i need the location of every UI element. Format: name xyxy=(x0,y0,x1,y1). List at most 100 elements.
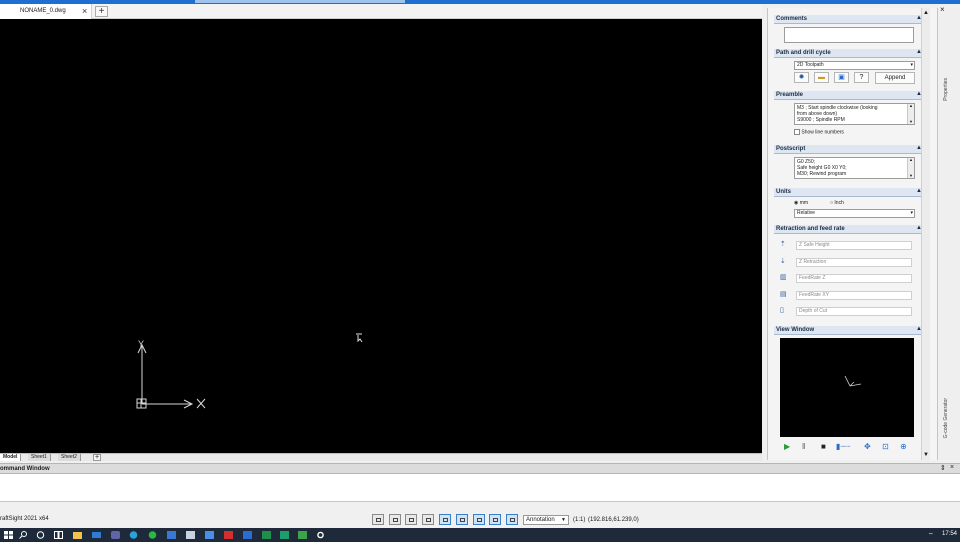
units-header[interactable]: Units ▲ xyxy=(774,188,924,197)
task-view-icon[interactable] xyxy=(54,531,63,539)
pan-icon[interactable]: ✥ xyxy=(864,441,871,453)
feedrate-z-icon: ▥ xyxy=(780,274,787,281)
units-mm-label: mm xyxy=(799,200,809,206)
whatsapp-icon[interactable] xyxy=(148,531,157,539)
cortana-icon[interactable] xyxy=(36,531,45,539)
scroll-up-icon[interactable]: ▲ xyxy=(909,104,913,108)
photos-icon[interactable] xyxy=(205,531,214,539)
app-icon-5[interactable] xyxy=(298,531,307,539)
path-select[interactable]: 2D Toolpath ▾ xyxy=(794,61,915,70)
postscript-textarea[interactable]: G0 Z50; Safe height G0 X0 Y0; M30; Rewin… xyxy=(794,157,915,179)
document-tab-name: NONAME_0.dwg xyxy=(20,8,66,14)
pause-icon[interactable]: ‖ xyxy=(802,441,805,453)
z-safe-height-input[interactable]: Z Safe Height xyxy=(796,241,912,250)
grid-button[interactable] xyxy=(405,514,417,525)
excel-icon[interactable] xyxy=(262,531,271,539)
settings-button[interactable]: ✹ xyxy=(794,72,809,83)
feedrate-xy-input[interactable]: FeedRate XY xyxy=(796,291,912,300)
z-retraction-input[interactable]: Z Retraction xyxy=(796,258,912,267)
close-icon[interactable]: × xyxy=(940,5,945,14)
depth-of-cut-input[interactable]: Depth of Cut xyxy=(796,307,912,316)
show-line-numbers-row[interactable]: Show line numbers xyxy=(794,129,844,135)
path-header[interactable]: Path and drill cycle ▲ xyxy=(774,49,924,58)
scroll-down-icon[interactable]: ▼ xyxy=(923,452,929,458)
app-icon-3[interactable] xyxy=(243,531,252,539)
app-icon-1[interactable] xyxy=(167,531,176,539)
speed-slider[interactable]: ▮┈┈ xyxy=(836,441,850,453)
settings-icon[interactable] xyxy=(316,531,325,539)
panel-scrollbar[interactable]: ▲ ▼ xyxy=(921,8,930,460)
view-window-controls: ▶ ‖ ■ ▮┈┈ ✥ ⊡ ⊕ xyxy=(778,441,918,453)
retraction-header[interactable]: Retraction and feed rate ▲ xyxy=(774,225,924,234)
stop-icon[interactable]: ■ xyxy=(821,441,826,453)
close-tab-icon[interactable]: × xyxy=(82,6,87,16)
mode-select-value: Relative xyxy=(797,210,816,216)
units-title: Units xyxy=(776,189,791,195)
snap-button[interactable] xyxy=(372,514,384,525)
sheet-tab-sheet1[interactable]: Sheet1 xyxy=(28,454,51,461)
save-button[interactable]: ▣ xyxy=(834,72,849,83)
search-icon[interactable] xyxy=(19,531,28,539)
show-line-numbers-checkbox[interactable] xyxy=(794,129,800,135)
postscript-scrollbar[interactable]: ▲ ▼ xyxy=(907,158,914,178)
units-mm-option[interactable]: ◉ mm xyxy=(794,200,808,206)
preamble-textarea[interactable]: M3 ; Start spindle clockwise (looking fr… xyxy=(794,103,915,125)
scroll-down-icon[interactable]: ▼ xyxy=(909,174,913,178)
document-tab[interactable]: NONAME_0.dwg × xyxy=(0,4,92,19)
comments-title: Comments xyxy=(776,16,808,22)
view-window-canvas[interactable] xyxy=(780,338,914,437)
play-icon[interactable]: ▶ xyxy=(784,441,790,453)
preamble-header[interactable]: Preamble ▲ xyxy=(774,91,924,100)
sheet-tab-sheet2[interactable]: Sheet2 xyxy=(58,454,81,461)
view-window-header[interactable]: View Window ▲ xyxy=(774,326,924,335)
esnap-icon xyxy=(443,518,448,522)
app-icon-4[interactable] xyxy=(280,531,289,539)
pin-icon[interactable]: ⇕ xyxy=(940,464,946,472)
mode-select[interactable]: Relative ▾ xyxy=(794,209,915,218)
add-sheet-button[interactable]: + xyxy=(93,454,101,461)
dynamic-ucs-button[interactable] xyxy=(506,514,518,525)
annotation-select[interactable]: Annotation ▼ xyxy=(523,515,569,525)
quick-input-button[interactable] xyxy=(473,514,485,525)
acrobat-icon[interactable] xyxy=(224,531,233,539)
polar-button[interactable] xyxy=(422,514,434,525)
radio-selected-icon: ◉ xyxy=(794,200,799,206)
help-button[interactable]: ? xyxy=(854,72,869,83)
teams-icon[interactable] xyxy=(111,531,120,539)
feedrate-z-input[interactable]: FeedRate Z xyxy=(796,274,912,283)
scroll-up-icon[interactable]: ▲ xyxy=(909,158,913,162)
file-explorer-icon[interactable] xyxy=(73,531,82,539)
scroll-up-icon[interactable]: ▲ xyxy=(923,10,929,16)
command-input-area[interactable] xyxy=(0,474,960,502)
lineweight-button[interactable] xyxy=(489,514,501,525)
app-icon-2[interactable] xyxy=(186,531,195,539)
etrack-button[interactable] xyxy=(456,514,468,525)
postscript-header[interactable]: Postscript ▲ xyxy=(774,145,924,154)
cursor-icon xyxy=(356,333,363,343)
edge-icon[interactable] xyxy=(129,531,138,539)
tab-properties[interactable]: Properties xyxy=(943,78,949,101)
zoom-icon[interactable]: ⊕ xyxy=(900,441,907,453)
ortho-button[interactable] xyxy=(389,514,401,525)
command-window-title: ommand Window xyxy=(0,466,50,472)
sheet-tab-bar: Model Sheet1 Sheet2 + xyxy=(0,453,762,461)
chevron-down-icon: ▾ xyxy=(910,62,913,68)
comments-input[interactable] xyxy=(784,27,914,43)
mail-icon[interactable] xyxy=(92,531,101,539)
preamble-scrollbar[interactable]: ▲ ▼ xyxy=(907,104,914,124)
zoom-extents-icon[interactable]: ⊡ xyxy=(882,441,889,453)
open-button[interactable]: ▬ xyxy=(814,72,829,83)
start-icon[interactable] xyxy=(4,531,13,539)
close-icon[interactable]: × xyxy=(950,464,954,471)
tab-gcode-generator[interactable]: G-code Generator xyxy=(943,398,949,438)
network-icon[interactable]: ⌔ xyxy=(928,531,934,539)
new-tab-button[interactable]: + xyxy=(95,6,108,17)
sheet-tab-model[interactable]: Model xyxy=(0,454,22,461)
units-inch-option[interactable]: ○ Inch xyxy=(830,200,844,206)
comments-header[interactable]: Comments ▲ xyxy=(774,15,924,24)
append-button[interactable]: Append xyxy=(875,72,915,84)
esnap-button[interactable] xyxy=(439,514,451,525)
scale-readout[interactable]: (1:1) xyxy=(573,517,585,523)
scroll-down-icon[interactable]: ▼ xyxy=(909,120,913,124)
drawing-canvas[interactable]: Y xyxy=(0,19,762,453)
